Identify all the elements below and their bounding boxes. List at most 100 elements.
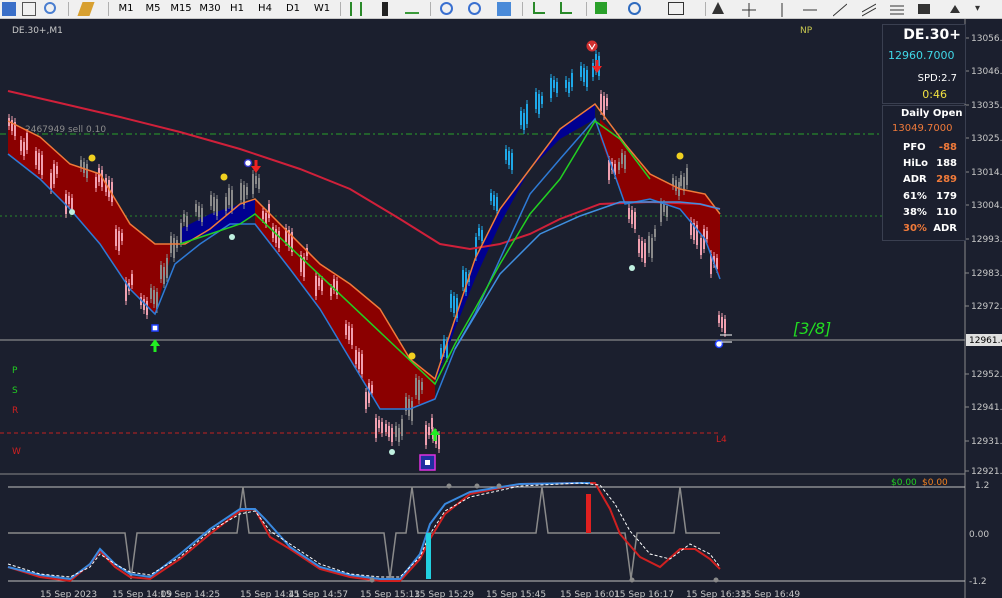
channel-icon[interactable] [861,2,877,17]
candle-body [118,231,120,251]
text-label-icon[interactable] [918,4,930,14]
oscillator-red-line [7,482,721,583]
symbol-label: DE.30+,M1 [12,26,63,36]
autoscroll-icon[interactable] [533,2,545,14]
candle-body [160,265,162,279]
arrow-tool-icon[interactable] [948,2,962,16]
price-tick-label: 12972.50 [971,302,1002,312]
yellow-dot-marker [88,154,96,162]
candle-body [603,96,605,116]
oscillator-step-line [8,486,720,580]
candle-body [150,288,152,299]
candle-body [385,424,387,432]
candle-body [195,204,197,212]
zoom-in-icon[interactable] [440,2,453,15]
indicators-icon[interactable] [595,2,607,14]
current-price-label: 12961.4 [969,336,1002,346]
timeframe-m5-button[interactable]: M5 [142,1,164,17]
zoom-out-icon[interactable] [468,2,481,15]
candle-body [718,315,720,323]
eraser-icon[interactable] [77,2,95,16]
candle-body [686,168,688,185]
candle-body [345,324,347,335]
candle-body [173,238,175,258]
time-tick-label: 15 Sep 14:25 [160,590,220,598]
candle-body [724,319,726,333]
price-tick-label: 12952.00 [971,370,1002,380]
candle-body [654,229,656,237]
new-chart-icon[interactable] [2,2,16,16]
timeframe-h1-button[interactable]: H1 [227,1,247,17]
candle-body [225,197,227,211]
candle-body [511,153,513,170]
candle-body [565,80,567,88]
candle-body [315,276,317,296]
info-symbol: DE.30+ [903,27,961,43]
candle-body [425,425,427,445]
candle-body [210,195,212,206]
candle-body [631,210,633,224]
time-tick-label: 15 Sep 2023 [40,590,97,598]
candle-body [535,92,537,109]
candle-body [592,63,594,77]
candle-body [201,208,203,222]
info-stat-value: 188 [936,158,957,170]
toolbar-separator [586,2,587,16]
candle-body [538,94,540,114]
candle-body [660,202,662,222]
candle-body [41,155,43,175]
candle-body [115,229,117,246]
timeframe-w1-button[interactable]: W1 [311,1,333,17]
timeframe-d1-button[interactable]: D1 [283,1,303,17]
zoom-icon[interactable] [44,2,56,14]
info-stat-label: 30% [903,223,927,234]
oscillator-histogram-bar [586,494,591,533]
price-tick-label: 12941.50 [971,403,1002,413]
tile-windows-icon[interactable] [497,2,511,16]
price-chart[interactable]: DE.30+,M1 NP 2467949 sell 0.10 [3/8] L4 … [0,19,1002,598]
horizontal-line-icon[interactable] [803,2,817,16]
bear-cloud-region [255,199,435,409]
chart-area[interactable]: DE.30+,M1 NP 2467949 sell 0.10 [3/8] L4 … [0,19,1002,598]
timeframe-h4-button[interactable]: H4 [255,1,275,17]
trendline-icon[interactable] [832,2,848,17]
candle-body [231,190,233,210]
candle-body [523,113,525,130]
bar-chart-icon[interactable] [350,2,362,16]
timeframe-m15-button[interactable]: M15 [168,1,194,17]
oscillator-dot [446,483,452,489]
info-stat-row: 61% 179 [883,191,965,207]
price-tick-label: 13035.50 [971,101,1002,111]
cursor-icon[interactable] [712,2,724,14]
toolbar: M1 M5 M15 M30 H1 H4 D1 W1 ▾ [0,0,1002,19]
time-tick-label: 15 Sep 16:33 [686,590,746,598]
chart-shift-icon[interactable] [560,2,572,14]
candle-body [641,241,643,258]
timeframe-m1-button[interactable]: M1 [115,1,137,17]
candle-body [240,183,242,200]
candle-body [706,231,708,239]
grid-icon[interactable] [22,2,36,16]
candlestick-icon[interactable] [382,2,388,16]
info-stat-row: 30% ADR [883,223,965,239]
timeframe-m30-button[interactable]: M30 [197,1,223,17]
oscillator-scale-top: 1.2 [975,481,989,491]
vertical-line-icon[interactable] [775,2,789,17]
templates-icon[interactable] [668,2,684,15]
dropdown-icon[interactable]: ▾ [975,2,989,16]
fibonacci-icon[interactable] [890,2,904,16]
level-l4-label: L4 [716,435,727,445]
candle-body [541,96,543,104]
candle-body [262,211,264,219]
candle-body [95,177,97,188]
periods-icon[interactable] [628,2,641,15]
line-chart-icon[interactable] [405,2,419,14]
crosshair-icon[interactable] [742,2,756,17]
legend-letter-s: S [12,386,18,396]
info-timer: 0:46 [922,88,947,101]
candle-body [450,294,452,308]
time-tick-label: 15 Sep 15:29 [414,590,474,598]
candle-body [50,173,52,190]
candle-body [318,278,320,286]
info-price: 12960.7000 [888,49,955,62]
